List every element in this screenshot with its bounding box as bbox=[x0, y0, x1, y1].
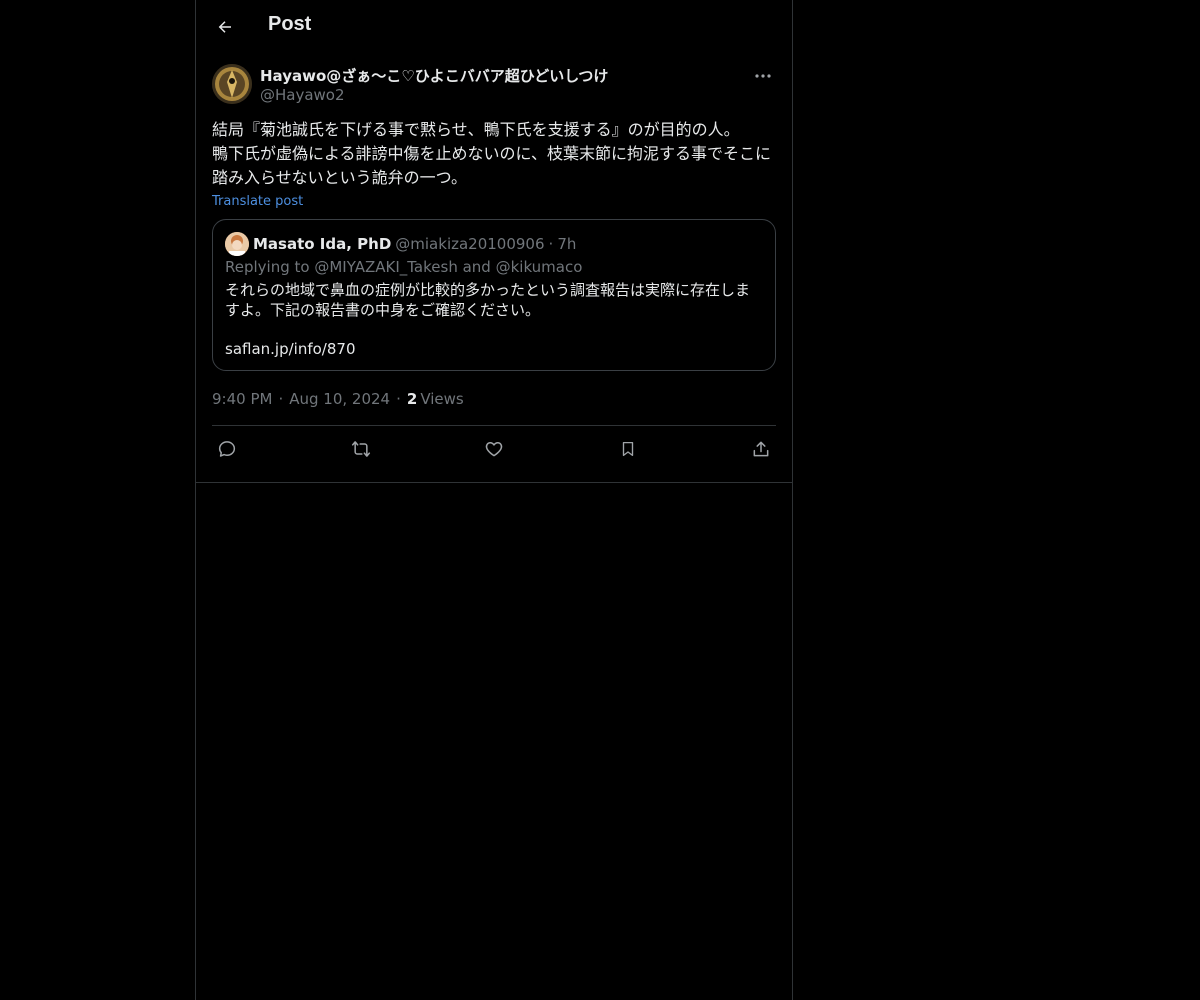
quote-separator: · bbox=[548, 235, 554, 253]
more-horizontal-icon bbox=[755, 73, 771, 79]
more-button[interactable] bbox=[750, 66, 776, 86]
quote-text: それらの地域で鼻血の症例が比較的多かったという調査報告は実際に存在しますよ。下記… bbox=[225, 281, 751, 319]
quote-replying-to: Replying to @MIYAZAKI_Takesh and @kikuma… bbox=[225, 258, 583, 276]
views-count: 2 bbox=[406, 390, 418, 408]
author-name[interactable]: Hayawo@ざぁ〜こ♡ひよこババア超ひどいしつけ bbox=[260, 65, 608, 86]
quote-author-handle: @miakiza20100906 bbox=[395, 235, 545, 253]
reply-bubble-icon bbox=[217, 439, 237, 459]
repost-icon bbox=[350, 439, 372, 459]
author-handle[interactable]: @Hayawo2 bbox=[260, 86, 345, 104]
quote-author-name: Masato Ida, PhD bbox=[253, 235, 392, 253]
post-time[interactable]: 9:40 PM bbox=[212, 390, 272, 408]
share-button[interactable] bbox=[750, 438, 772, 460]
quoted-post[interactable]: Masato Ida, PhD @miakiza20100906 · 7h Re… bbox=[212, 219, 776, 371]
page-header: Post bbox=[196, 0, 792, 54]
author-row: Hayawo@ざぁ〜こ♡ひよこババア超ひどいしつけ @Hayawo2 bbox=[212, 64, 776, 118]
back-button[interactable] bbox=[208, 10, 242, 44]
heart-icon bbox=[484, 439, 504, 459]
meta-dot-2: · bbox=[396, 390, 401, 408]
quote-link[interactable]: saflan.jp/info/870 bbox=[225, 340, 763, 358]
post-text: 結局『菊池誠氏を下げる事で黙らせ、鴨下氏を支援する』のが目的の人。 鴨下氏が虚偽… bbox=[212, 120, 772, 187]
page-title: Post bbox=[268, 13, 312, 35]
post-bottom-divider bbox=[196, 482, 792, 483]
bookmark-button[interactable] bbox=[617, 438, 639, 460]
share-upload-icon bbox=[751, 439, 771, 459]
reply-button[interactable] bbox=[216, 438, 238, 460]
quote-avatar bbox=[225, 232, 249, 256]
views-label: Views bbox=[420, 390, 464, 408]
timeline-column: Post Hayawo@ざぁ〜こ♡ひよこババア超ひどいしつけ @Hayawo2 bbox=[195, 0, 793, 1000]
quote-header: Masato Ida, PhD @miakiza20100906 · 7h bbox=[225, 232, 763, 256]
repost-button[interactable] bbox=[350, 438, 372, 460]
translate-post-link[interactable]: Translate post bbox=[212, 194, 303, 209]
post-meta: 9:40 PM · Aug 10, 2024 · 2 Views bbox=[212, 389, 776, 409]
arrow-left-icon bbox=[216, 18, 234, 36]
post-date[interactable]: Aug 10, 2024 bbox=[289, 390, 390, 408]
avatar[interactable] bbox=[212, 64, 252, 104]
quote-time: 7h bbox=[557, 235, 577, 253]
main-post: Hayawo@ざぁ〜こ♡ひよこババア超ひどいしつけ @Hayawo2 結局『菊池… bbox=[196, 64, 792, 472]
bookmark-icon bbox=[619, 439, 637, 459]
action-bar bbox=[212, 426, 776, 472]
meta-dot-1: · bbox=[278, 390, 284, 408]
like-button[interactable] bbox=[483, 438, 505, 460]
